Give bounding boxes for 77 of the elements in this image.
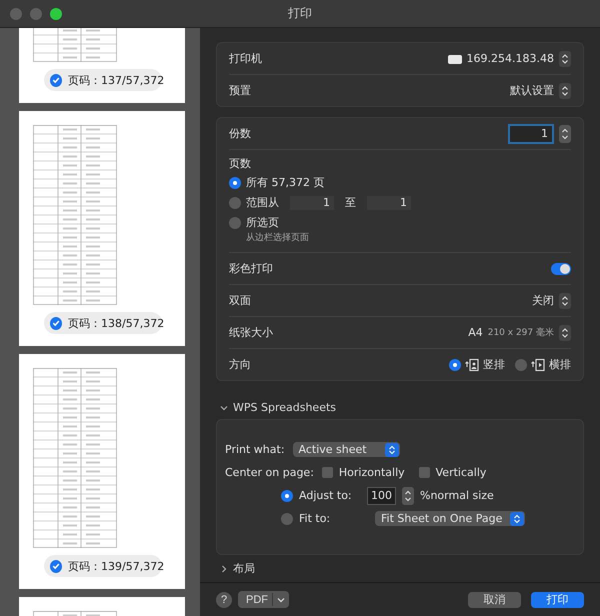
scale-field[interactable]: 100: [367, 486, 396, 504]
zoom-button[interactable]: [50, 8, 62, 20]
fit-to-dropdown[interactable]: Fit Sheet on One Page: [375, 511, 525, 526]
page-thumbnail[interactable]: 页码：138/57,372: [19, 111, 185, 346]
field-label: 页数: [229, 156, 252, 171]
checkbox[interactable]: [50, 560, 62, 572]
option-label: 范围从: [246, 195, 279, 210]
print-what-dropdown[interactable]: Active sheet: [292, 442, 400, 457]
section-header[interactable]: 布局: [216, 561, 584, 576]
field-label: Print what:: [225, 443, 285, 456]
stepper-icon[interactable]: [559, 124, 571, 142]
field-label: 彩色打印: [229, 261, 273, 276]
checkbox[interactable]: [50, 316, 62, 330]
stepper-icon[interactable]: [559, 50, 571, 66]
option-hint: 从边栏选择页面: [245, 232, 310, 244]
preset-value[interactable]: 默认设置: [510, 83, 554, 98]
printer-value[interactable]: 169.254.183.48: [466, 52, 554, 65]
field-label: Center on page:: [225, 466, 314, 479]
option-label: Fit to:: [299, 512, 332, 525]
radio-button[interactable]: [229, 216, 241, 228]
paper-size-detail: 210 x 297 毫米: [488, 326, 554, 339]
check-icon: [51, 318, 61, 328]
cancel-button[interactable]: 取消: [468, 592, 521, 608]
option-label: 所有 57,372 页: [246, 175, 324, 190]
stepper-icon[interactable]: [402, 486, 414, 504]
printer-icon: [448, 54, 462, 64]
field-label: 方向: [229, 357, 251, 372]
page-thumbnail[interactable]: 页码：137/57,372: [19, 28, 185, 103]
radio-button[interactable]: [229, 176, 241, 188]
field-label: 打印机: [229, 51, 262, 66]
field-label: 预置: [229, 83, 251, 98]
stepper-icon[interactable]: [559, 324, 571, 340]
landscape-icon: [531, 358, 545, 372]
page-number: 页码：137/57,372: [68, 72, 164, 88]
print-button[interactable]: 打印: [531, 592, 584, 608]
checkbox[interactable]: [418, 467, 430, 478]
checkbox-label: Horizontally: [338, 466, 405, 479]
section-header[interactable]: WPS Spreadsheets: [216, 401, 584, 414]
radio-button[interactable]: [281, 512, 293, 524]
pdf-menu-button[interactable]: PDF: [238, 591, 289, 608]
field-label: 双面: [229, 293, 251, 308]
range-from-field[interactable]: 1: [290, 196, 334, 210]
range-to-field[interactable]: 1: [367, 196, 411, 210]
page-number: 页码：139/57,372: [68, 558, 164, 574]
radio-button[interactable]: [281, 490, 293, 502]
option-label: Adjust to:: [299, 489, 353, 502]
scale-suffix: %normal size: [420, 489, 494, 502]
stepper-icon[interactable]: [559, 82, 571, 98]
radio-button[interactable]: [229, 196, 241, 208]
radio-button[interactable]: [515, 358, 527, 370]
check-icon: [51, 75, 61, 85]
stepper-icon: [384, 442, 399, 456]
caret-icon: [277, 596, 285, 602]
section-title: 布局: [233, 561, 255, 576]
copies-field[interactable]: 1: [508, 124, 554, 144]
duplex-value[interactable]: 关闭: [532, 293, 554, 308]
help-button[interactable]: ?: [216, 592, 232, 608]
page-number: 页码：138/57,372: [68, 316, 164, 330]
checkbox[interactable]: [50, 74, 62, 86]
radio-button[interactable]: [449, 358, 461, 370]
field-label: 份数: [229, 126, 251, 141]
range-to-label: 至: [345, 195, 356, 210]
checkbox-label: Vertically: [436, 466, 486, 479]
window-title: 打印: [288, 5, 312, 22]
checkbox[interactable]: [322, 467, 333, 478]
stepper-icon[interactable]: [559, 292, 571, 308]
toggle-switch[interactable]: [551, 262, 571, 274]
paper-size-value[interactable]: A4: [468, 326, 483, 339]
option-label: 所选页: [246, 215, 279, 230]
field-label: 纸张大小: [229, 325, 273, 340]
page-thumbnail[interactable]: 页码：139/57,372: [19, 354, 185, 589]
section-title: WPS Spreadsheets: [233, 401, 336, 414]
stepper-icon: [510, 512, 524, 526]
check-icon: [51, 561, 61, 571]
option-label: 横排: [549, 357, 571, 372]
option-label: 竖排: [483, 357, 505, 372]
portrait-icon: [465, 358, 479, 372]
